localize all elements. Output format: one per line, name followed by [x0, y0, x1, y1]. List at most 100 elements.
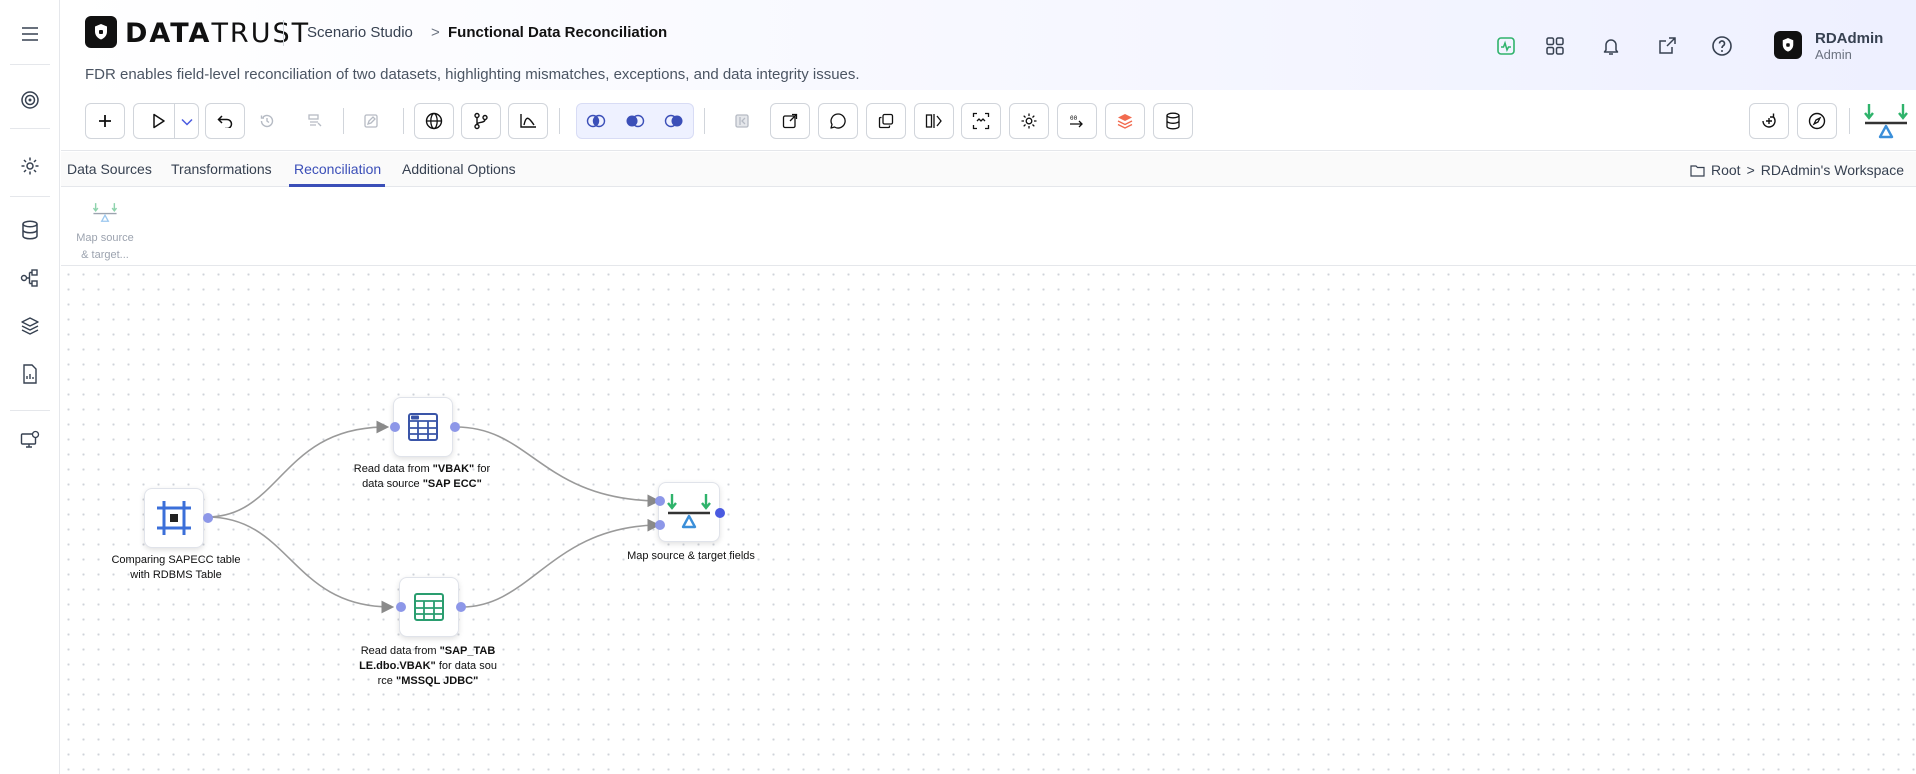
history-button[interactable] — [247, 103, 287, 139]
help-question-icon[interactable] — [1709, 33, 1735, 59]
folder-icon — [1690, 164, 1705, 177]
app-header: DATATRUST Scenario Studio > Functional D… — [61, 0, 1916, 90]
rail-divider — [10, 128, 50, 129]
studio-toolbar: 00 — [61, 90, 1916, 151]
schema-edit-button[interactable] — [295, 103, 335, 139]
node-read-vbak[interactable] — [393, 397, 453, 457]
user-avatar[interactable] — [1774, 31, 1802, 59]
stack-layers-button[interactable] — [1105, 103, 1145, 139]
node-map-fields[interactable] — [658, 482, 720, 542]
export-button[interactable] — [770, 103, 810, 139]
toolbar-divider — [559, 108, 560, 134]
settings-gear-icon[interactable] — [16, 152, 44, 180]
workspace-separator: > — [1746, 162, 1755, 178]
join-inner-button[interactable] — [576, 103, 616, 139]
toolbar-divider — [704, 108, 705, 134]
hamburger-menu-icon[interactable] — [16, 20, 44, 48]
header-divider — [283, 20, 284, 46]
breadcrumb-separator: > — [431, 24, 440, 41]
rail-divider — [10, 410, 50, 411]
data-flow-button[interactable]: 00 — [1057, 103, 1097, 139]
table-icon — [408, 413, 438, 441]
palette-item-map-fields[interactable]: Map source & target... — [71, 202, 139, 263]
scan-button[interactable] — [961, 103, 1001, 139]
node-map-label: Map source & target fields — [627, 550, 755, 562]
component-palette: Map source & target... — [61, 188, 1916, 266]
comment-button[interactable] — [818, 103, 858, 139]
activity-monitor-icon[interactable] — [1493, 33, 1519, 59]
active-tab-indicator — [289, 184, 385, 187]
datatrust-logo-icon — [85, 16, 117, 48]
workspace-breadcrumb[interactable]: Root > RDAdmin's Workspace — [1690, 162, 1904, 178]
left-nav-rail — [0, 0, 60, 774]
git-branch-button[interactable] — [461, 103, 501, 139]
join-right-button[interactable] — [654, 103, 694, 139]
node-mssql-out-port[interactable] — [456, 602, 466, 612]
chart-axis-button[interactable] — [508, 103, 548, 139]
copy-button[interactable] — [866, 103, 906, 139]
chevron-down-icon — [181, 118, 193, 126]
reconciliation-scale-icon[interactable] — [1863, 102, 1909, 142]
reconcile-sync-button[interactable] — [1749, 103, 1789, 139]
map-fields-icon — [92, 203, 118, 222]
palette-item-label-2: & target... — [81, 249, 129, 261]
reconciliation-scale-icon — [667, 494, 711, 529]
add-button[interactable] — [85, 103, 125, 139]
notifications-bell-icon[interactable] — [1598, 33, 1624, 59]
workspace-root[interactable]: Root — [1711, 162, 1741, 178]
node-vbak-in-port[interactable] — [390, 422, 400, 432]
apps-grid-icon[interactable] — [1542, 33, 1568, 59]
run-button[interactable] — [133, 103, 199, 139]
layers-icon[interactable] — [16, 312, 44, 340]
breadcrumb-scenario-studio[interactable]: Scenario Studio — [307, 24, 413, 41]
database-button[interactable] — [1153, 103, 1193, 139]
node-source-out-port[interactable] — [203, 513, 213, 523]
join-left-button[interactable] — [615, 103, 655, 139]
node-source-comparison[interactable] — [144, 488, 204, 548]
palette-item-label-1: Map source — [76, 232, 134, 244]
database-icon[interactable] — [16, 216, 44, 244]
node-vbak-label: Read data from "VBAK" for data source "S… — [353, 463, 491, 490]
tab-additional-options[interactable]: Additional Options — [402, 161, 516, 177]
node-map-out-port[interactable] — [715, 508, 725, 518]
svg-text:00: 00 — [1070, 115, 1078, 122]
node-map-in-port-1[interactable] — [655, 496, 665, 506]
table-icon — [414, 593, 444, 621]
globe-button[interactable] — [414, 103, 454, 139]
workflow-nodes-icon[interactable] — [16, 264, 44, 292]
report-document-icon[interactable] — [16, 360, 44, 388]
page-title: Functional Data Reconciliation — [448, 24, 668, 41]
tab-reconciliation[interactable]: Reconciliation — [294, 161, 381, 177]
edge-mssql-to-map — [461, 518, 661, 608]
compass-button[interactable] — [1797, 103, 1837, 139]
node-mssql-in-port[interactable] — [396, 602, 406, 612]
compare-split-button[interactable] — [914, 103, 954, 139]
node-map-in-port-2[interactable] — [655, 520, 665, 530]
toolbar-divider — [1849, 108, 1850, 134]
edit-pencil-button[interactable] — [351, 103, 391, 139]
toolbar-divider — [343, 108, 344, 134]
edges-layer — [206, 420, 661, 614]
target-icon[interactable] — [16, 86, 44, 114]
tab-transformations[interactable]: Transformations — [171, 161, 272, 177]
node-mssql-label: Read data from "SAP_TAB LE.dbo.VBAK" for… — [359, 645, 497, 687]
undo-button[interactable] — [205, 103, 245, 139]
page-subtitle: FDR enables field-level reconciliation o… — [85, 66, 860, 83]
rail-divider — [10, 64, 50, 65]
collapse-panel-button[interactable] — [722, 103, 762, 139]
rail-divider — [10, 196, 50, 197]
workflow-canvas[interactable]: Comparing SAPECC table with RDBMS Table … — [61, 267, 1916, 774]
tab-data-sources[interactable]: Data Sources — [67, 161, 152, 177]
monitor-settings-icon[interactable] — [16, 426, 44, 454]
user-name[interactable]: RDAdmin — [1815, 30, 1883, 47]
frame-crop-icon — [157, 501, 191, 535]
config-gear-button[interactable] — [1009, 103, 1049, 139]
node-source-label: Comparing SAPECC table with RDBMS Table — [111, 554, 241, 581]
user-role: Admin — [1815, 47, 1852, 62]
tab-bar: Data Sources Transformations Reconciliat… — [61, 152, 1916, 187]
external-link-icon[interactable] — [1654, 33, 1680, 59]
node-vbak-out-port[interactable] — [450, 422, 460, 432]
workspace-name[interactable]: RDAdmin's Workspace — [1761, 162, 1904, 178]
toolbar-divider — [403, 108, 404, 134]
node-read-mssql[interactable] — [399, 577, 459, 637]
